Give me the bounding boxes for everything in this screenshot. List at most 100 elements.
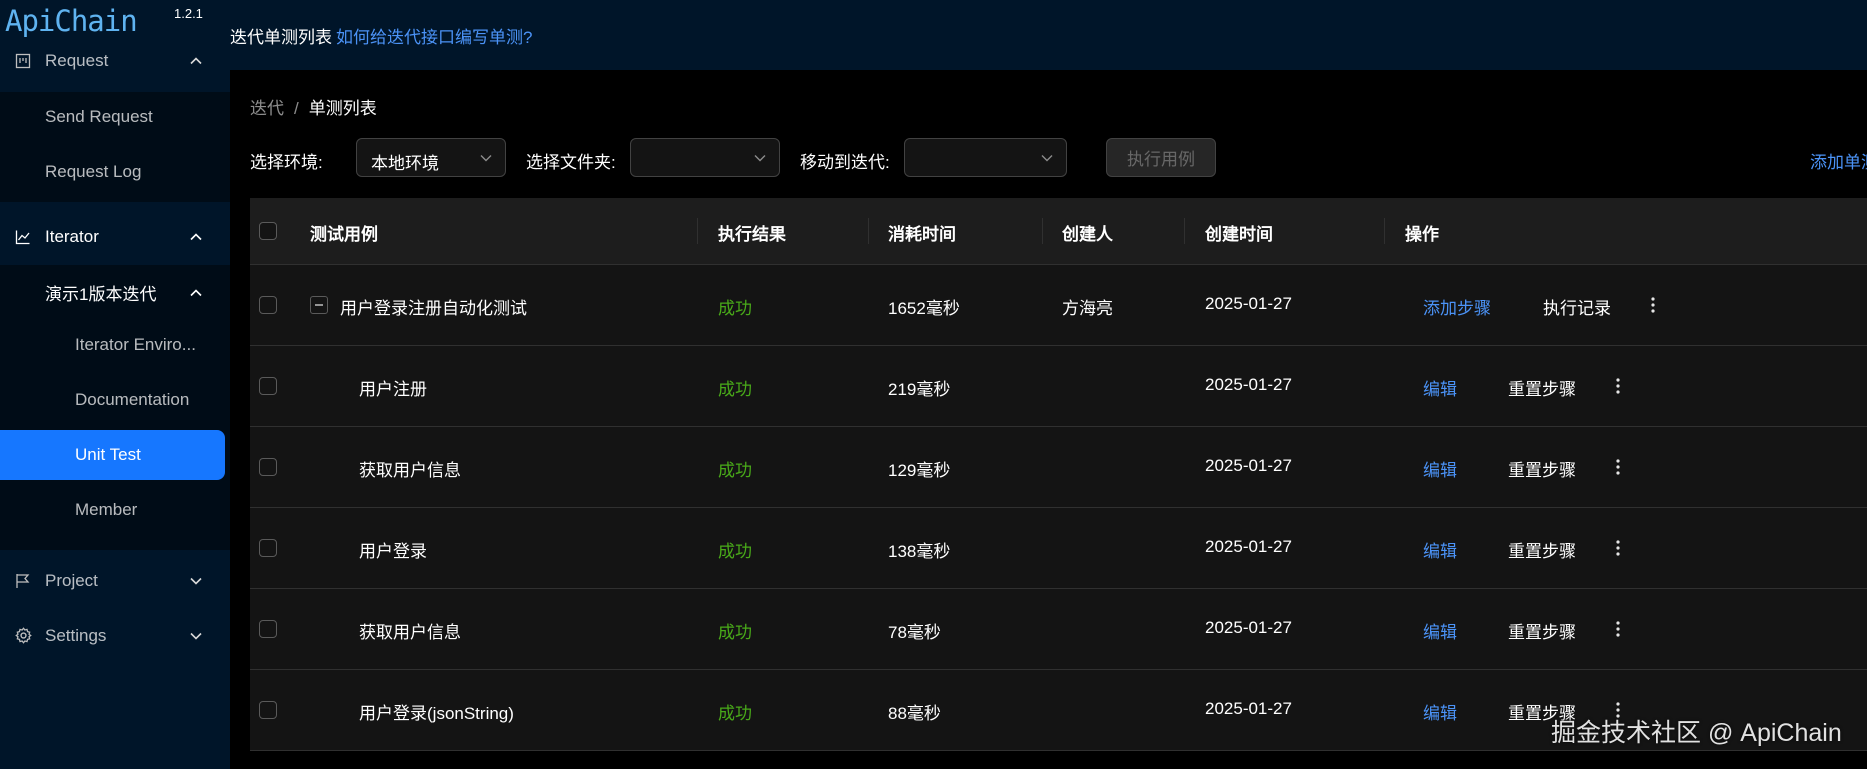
more-vertical-icon[interactable] xyxy=(1612,617,1624,641)
case-name: 获取用户信息 xyxy=(359,623,461,642)
case-name: 获取用户信息 xyxy=(359,461,461,480)
add-step-link[interactable]: 添加步骤 xyxy=(1423,294,1491,319)
chevron-down-icon xyxy=(1040,150,1054,164)
move-iteration-select[interactable] xyxy=(904,138,1067,177)
row-checkbox[interactable] xyxy=(259,296,277,314)
sidebar-item-iterator-environment[interactable]: Iterator Enviro... xyxy=(0,320,230,370)
edit-link[interactable]: 编辑 xyxy=(1423,618,1457,643)
duration-text: 88毫秒 xyxy=(888,704,941,723)
reset-step-button[interactable]: 重置步骤 xyxy=(1508,537,1576,562)
column-divider xyxy=(1384,218,1385,244)
more-vertical-icon[interactable] xyxy=(1612,455,1624,479)
edit-link[interactable]: 编辑 xyxy=(1423,537,1457,562)
sidebar-item-send-request[interactable]: Send Request xyxy=(0,92,230,142)
more-vertical-icon[interactable] xyxy=(1612,536,1624,560)
created-date: 2025-01-27 xyxy=(1205,537,1292,556)
created-date: 2025-01-27 xyxy=(1205,294,1292,313)
column-header-created: 创建时间 xyxy=(1205,225,1273,244)
sidebar-item-documentation-label: Documentation xyxy=(75,390,190,409)
created-date: 2025-01-27 xyxy=(1205,618,1292,637)
sidebar-item-send-request-label: Send Request xyxy=(45,107,153,126)
result-text: 成功 xyxy=(718,623,752,642)
run-cases-button[interactable]: 执行用例 xyxy=(1106,138,1216,177)
env-select-value: 本地环境 xyxy=(371,154,439,173)
sidebar-item-iterator-label: Iterator xyxy=(45,226,99,246)
table-row: 用户登录 成功 138毫秒 2025-01-27 编辑 重置步骤 xyxy=(250,508,1867,589)
case-name: 用户登录注册自动化测试 xyxy=(340,299,527,318)
row-checkbox[interactable] xyxy=(259,458,277,476)
chevron-down-icon xyxy=(753,150,767,164)
sidebar-item-settings[interactable]: Settings xyxy=(0,608,230,663)
sidebar-item-iteration-group-label: 演示1版本迭代 xyxy=(45,285,157,304)
gear-icon xyxy=(13,626,33,646)
row-checkbox[interactable] xyxy=(259,539,277,557)
breadcrumb-current: 单测列表 xyxy=(308,99,377,118)
move-label: 移动到迭代: xyxy=(800,153,890,172)
execution-log-button[interactable]: 执行记录 xyxy=(1543,294,1611,319)
more-vertical-icon[interactable] xyxy=(1647,293,1659,317)
duration-text: 1652毫秒 xyxy=(888,299,960,318)
column-header-duration: 消耗时间 xyxy=(888,225,956,244)
created-date: 2025-01-27 xyxy=(1205,375,1292,394)
folder-select[interactable] xyxy=(630,138,780,177)
result-text: 成功 xyxy=(718,542,752,561)
row-checkbox[interactable] xyxy=(259,620,277,638)
main-content: 迭代 / 单测列表 选择环境: 本地环境 选择文件夹: 移动到迭代: 执行用例 添加… xyxy=(230,70,1867,769)
chevron-down-icon xyxy=(479,150,493,164)
watermark: 掘金技术社区 @ ApiChain xyxy=(1551,719,1842,747)
row-checkbox[interactable] xyxy=(259,701,277,719)
table-row: 用户登录注册自动化测试 成功 1652毫秒 方海亮 2025-01-27 添加步… xyxy=(250,265,1867,346)
top-header: 迭代单测列表 如何给迭代接口编写单测? xyxy=(230,0,1867,70)
sidebar-item-iteration-group[interactable]: 演示1版本迭代 xyxy=(0,265,230,320)
sidebar-item-project[interactable]: Project xyxy=(0,553,230,608)
sidebar: ApiChain 1.2.1 Request Send Request Requ… xyxy=(0,0,230,769)
env-select[interactable]: 本地环境 xyxy=(356,138,506,177)
reset-step-button[interactable]: 重置步骤 xyxy=(1508,375,1576,400)
duration-text: 129毫秒 xyxy=(888,461,951,480)
column-header-result: 执行结果 xyxy=(718,225,786,244)
sidebar-item-request-label: Request xyxy=(45,50,109,70)
created-date: 2025-01-27 xyxy=(1205,456,1292,475)
page-title: 迭代单测列表 xyxy=(230,27,332,47)
app-version: 1.2.1 xyxy=(174,6,203,21)
chevron-down-icon xyxy=(189,574,203,588)
created-date: 2025-01-27 xyxy=(1205,699,1292,718)
sidebar-item-unit-test[interactable]: Unit Test xyxy=(0,430,225,480)
chevron-up-icon xyxy=(189,286,203,300)
column-divider xyxy=(1042,218,1043,244)
edit-link[interactable]: 编辑 xyxy=(1423,456,1457,481)
sidebar-item-member[interactable]: Member xyxy=(0,485,230,535)
help-link[interactable]: 如何给迭代接口编写单测? xyxy=(336,23,532,48)
result-text: 成功 xyxy=(718,461,752,480)
result-text: 成功 xyxy=(718,704,752,723)
request-submenu: Send Request Request Log xyxy=(0,92,230,202)
case-name: 用户注册 xyxy=(359,380,427,399)
add-unit-test-link[interactable]: 添加单测 xyxy=(1810,148,1867,173)
reset-step-button[interactable]: 重置步骤 xyxy=(1508,456,1576,481)
sidebar-item-request[interactable]: Request xyxy=(0,33,230,88)
row-checkbox[interactable] xyxy=(259,377,277,395)
column-header-creator: 创建人 xyxy=(1062,225,1113,244)
sidebar-item-iterator[interactable]: Iterator xyxy=(0,209,230,264)
reset-step-button[interactable]: 重置步骤 xyxy=(1508,618,1576,643)
case-name: 用户登录 xyxy=(359,542,427,561)
column-header-actions: 操作 xyxy=(1405,225,1439,244)
table-header: 测试用例 执行结果 消耗时间 创建人 创建时间 操作 xyxy=(250,198,1867,265)
duration-text: 138毫秒 xyxy=(888,542,951,561)
edit-link[interactable]: 编辑 xyxy=(1423,375,1457,400)
table-row: 获取用户信息 成功 129毫秒 2025-01-27 编辑 重置步骤 xyxy=(250,427,1867,508)
sidebar-item-member-label: Member xyxy=(75,500,138,519)
select-all-checkbox[interactable] xyxy=(259,222,277,240)
case-name: 用户登录(jsonString) xyxy=(359,704,514,723)
table-row: 用户注册 成功 219毫秒 2025-01-27 编辑 重置步骤 xyxy=(250,346,1867,427)
breadcrumb: 迭代 / 单测列表 xyxy=(250,94,377,119)
duration-text: 78毫秒 xyxy=(888,623,941,642)
collapse-icon[interactable] xyxy=(310,296,328,314)
sidebar-item-request-log[interactable]: Request Log xyxy=(0,147,230,197)
more-vertical-icon[interactable] xyxy=(1612,374,1624,398)
sidebar-item-unit-test-label: Unit Test xyxy=(75,445,141,464)
edit-link[interactable]: 编辑 xyxy=(1423,699,1457,724)
breadcrumb-parent[interactable]: 迭代 xyxy=(250,99,284,118)
sidebar-item-documentation[interactable]: Documentation xyxy=(0,375,230,425)
chevron-down-icon xyxy=(189,629,203,643)
